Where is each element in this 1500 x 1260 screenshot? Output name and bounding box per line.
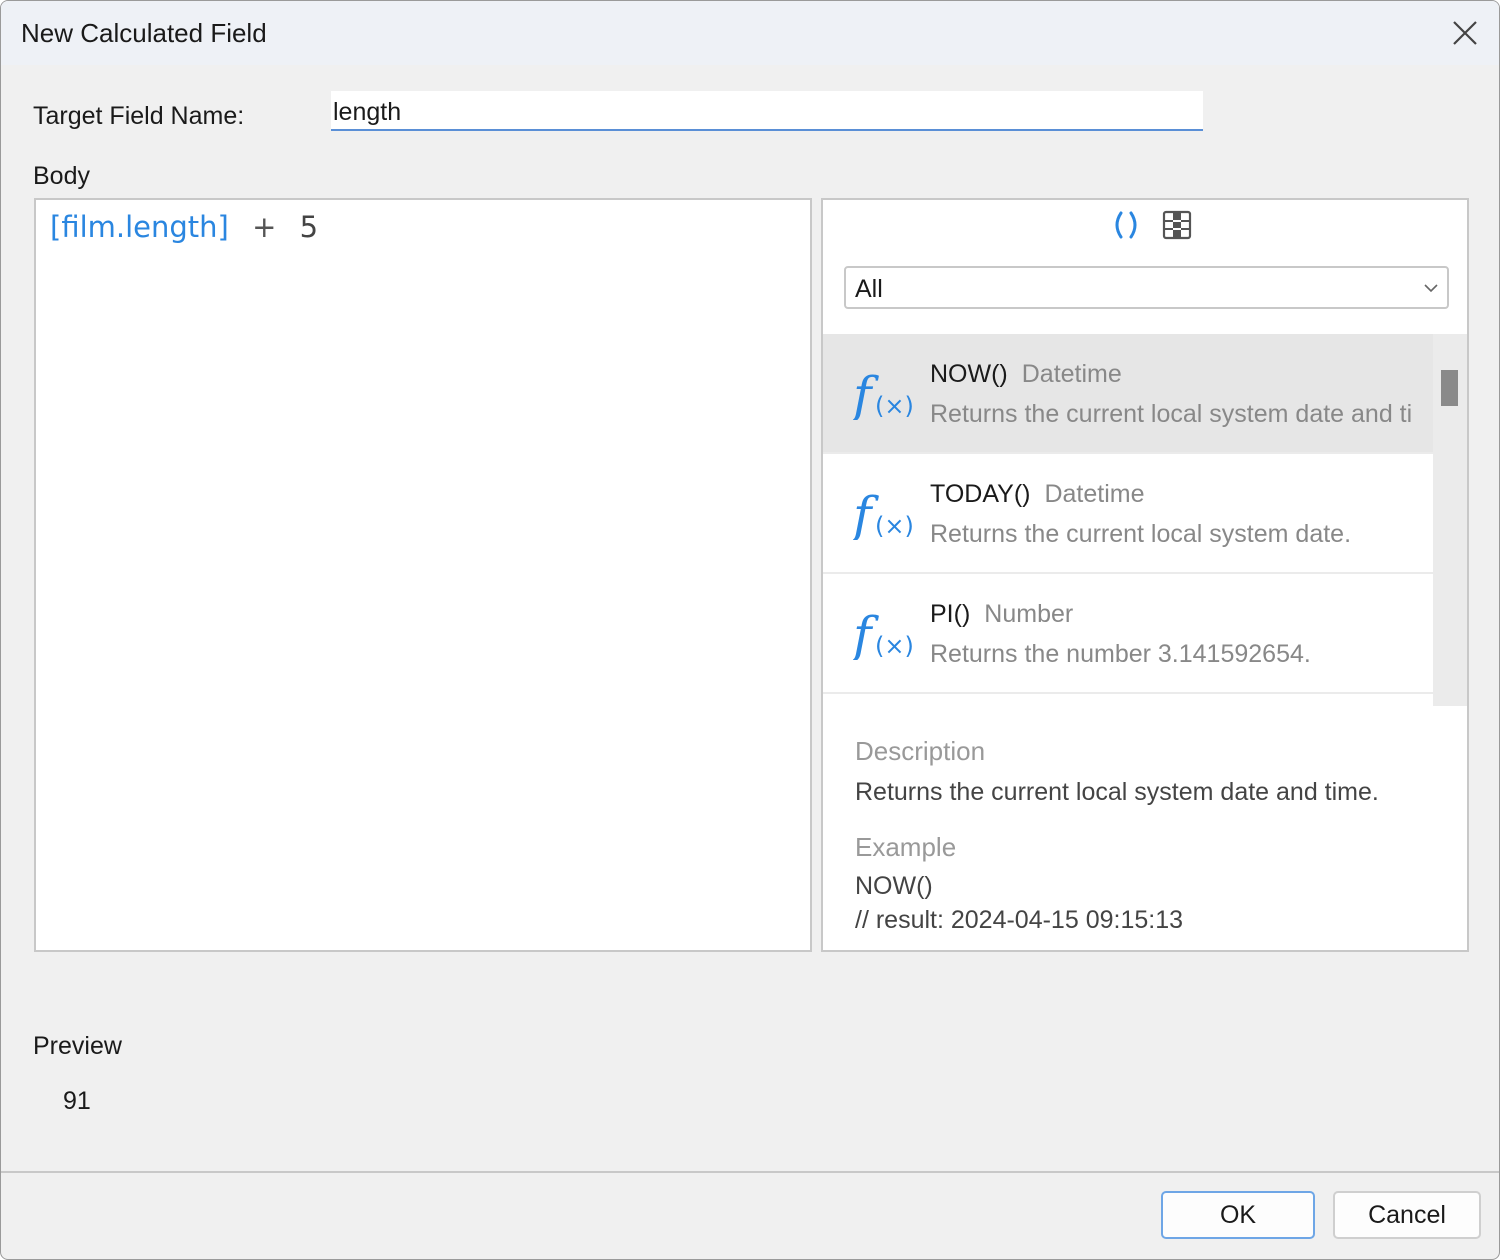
function-item-partial[interactable] (823, 694, 1433, 706)
function-type: Datetime (1044, 480, 1145, 508)
function-detail: Description Returns the current local sy… (823, 710, 1467, 950)
function-list: f (×) NOW() Datetime Returns the current … (823, 334, 1467, 706)
chevron-down-icon (1424, 284, 1438, 293)
function-name: NOW() (930, 360, 1008, 388)
function-item-pi[interactable]: f (×) PI() Number Returns the number 3.14… (823, 574, 1433, 692)
footer-divider (1, 1171, 1499, 1173)
category-selected: All (855, 275, 883, 303)
close-icon (1453, 21, 1477, 45)
function-type: Number (984, 600, 1074, 628)
category-dropdown[interactable]: All (844, 266, 1449, 309)
target-field-label: Target Field Name: (33, 102, 245, 130)
dialog-title: New Calculated Field (21, 18, 267, 48)
table-columns-icon (1162, 210, 1192, 240)
function-panel: All f (×) NOW() Datetime Returns the curr… (821, 198, 1469, 952)
preview-label: Preview (33, 1032, 122, 1060)
body-label: Body (33, 162, 90, 190)
number-token: 5 (299, 210, 319, 244)
calculated-field-dialog: New Calculated Field Target Field Name: … (0, 0, 1500, 1260)
functions-tab[interactable] (1109, 208, 1143, 242)
example-result: // result: 2024-04-15 09:15:13 (855, 906, 1184, 934)
function-description: Returns the current local system date. (930, 520, 1352, 548)
preview-value: 91 (63, 1087, 91, 1115)
function-description: Returns the number 3.141592654. (930, 640, 1311, 668)
cancel-button[interactable]: Cancel (1333, 1191, 1481, 1239)
close-button[interactable] (1447, 15, 1483, 51)
expression-editor[interactable]: [film.length] + 5 (34, 198, 812, 952)
function-icon: f (×) (853, 366, 914, 420)
function-icon: f (×) (853, 606, 914, 660)
function-name: TODAY() (930, 480, 1031, 508)
description-text: Returns the current local system date an… (855, 778, 1379, 806)
function-item-now[interactable]: f (×) NOW() Datetime Returns the current … (823, 334, 1433, 452)
scrollbar-thumb[interactable] (1441, 370, 1458, 406)
parentheses-icon (1115, 211, 1137, 239)
example-code: NOW() (855, 872, 933, 900)
function-description: Returns the current local system date an… (930, 400, 1413, 428)
function-toolbar (823, 200, 1467, 250)
svg-text:(×): (×) (875, 512, 914, 540)
title-bar: New Calculated Field (1, 1, 1499, 65)
ok-button[interactable]: OK (1161, 1191, 1315, 1239)
function-name: PI() (930, 600, 971, 628)
operator-token: + (252, 210, 277, 244)
expression-line: [film.length] + 5 (50, 210, 318, 244)
function-list-scrollbar[interactable] (1433, 334, 1467, 706)
function-type: Datetime (1021, 360, 1122, 388)
description-heading: Description (855, 736, 986, 766)
function-icon: f (×) (853, 486, 914, 540)
svg-text:(×): (×) (875, 632, 914, 660)
svg-text:(×): (×) (875, 392, 914, 420)
function-item-today[interactable]: f (×) TODAY() Datetime Returns the curren… (823, 454, 1433, 572)
target-field-input[interactable] (331, 91, 1203, 131)
fields-tab[interactable] (1160, 208, 1194, 242)
example-heading: Example (855, 832, 957, 862)
field-reference[interactable]: [film.length] (50, 210, 229, 244)
